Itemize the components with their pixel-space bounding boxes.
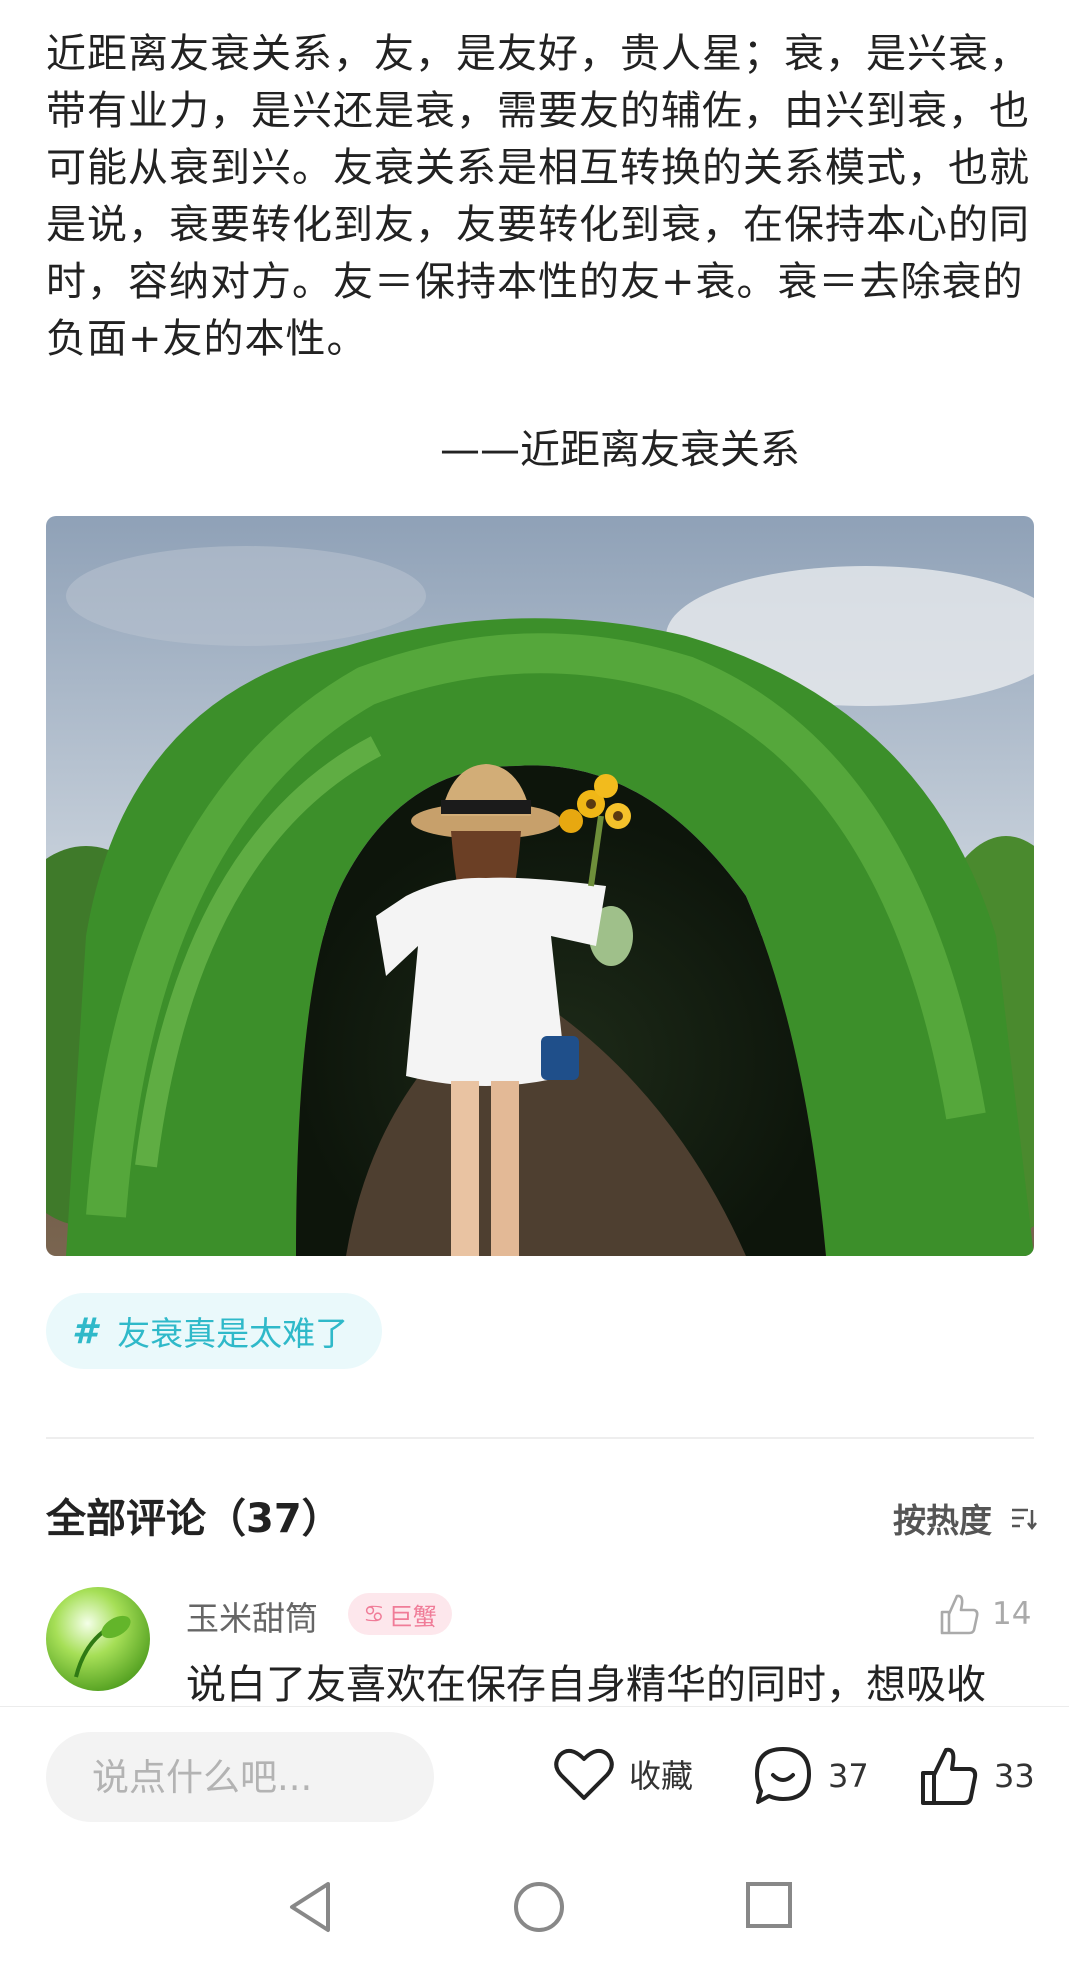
favorite-label: 收藏 [629,1757,694,1795]
post-photo[interactable] [46,516,1034,1256]
photo-image [46,516,1034,1256]
favorite-button[interactable]: 收藏 [553,1745,693,1803]
avatar[interactable] [46,1587,150,1691]
comment-like-button[interactable]: 14 [938,1592,1031,1636]
system-nav-bar [0,1844,1069,1964]
recents-icon[interactable] [744,1880,794,1930]
heart-icon [554,1748,614,1800]
bottom-action-bar: 收藏 37 33 [0,1706,1069,1844]
article-quote: ——近距离友衰关系 [440,427,800,473]
chat-bubble-icon [755,1747,811,1804]
comment-button[interactable]: 37 [752,1745,869,1807]
hash-icon: # [72,1310,98,1352]
sort-label: 按热度 [893,1501,992,1540]
zodiac-label: 巨蟹 [388,1602,437,1631]
comment-count: 37 [828,1757,869,1795]
back-icon[interactable] [286,1880,334,1934]
sort-icon [1012,1508,1037,1531]
avatar-image [46,1587,150,1691]
comment-like-count: 14 [992,1596,1032,1632]
thumbs-up-icon [921,1747,978,1805]
comment-input[interactable] [46,1732,434,1822]
article-body: 近距离友衰关系，友，是友好，贵人星；衰，是兴衰，带有业力，是兴还是衰，需要友的辅… [46,31,1030,362]
like-count: 33 [994,1757,1035,1795]
comment-username[interactable]: 玉米甜筒 [186,1592,318,1640]
thumbs-up-icon [940,1594,979,1635]
topic-tag-label: 友衰真是太难了 [117,1314,349,1353]
sort-button[interactable]: 按热度 [893,1494,1038,1542]
comments-title: 全部评论（37） [46,1496,342,1542]
cancer-icon: ♋ [363,1600,385,1628]
home-icon[interactable] [512,1880,566,1934]
divider [46,1437,1034,1439]
comment-text: 说白了友喜欢在保存自身精华的同时，想吸收 [186,1662,986,1704]
like-button[interactable]: 33 [918,1745,1035,1807]
topic-tag[interactable]: # 友衰真是太难了 [46,1293,382,1369]
zodiac-badge: ♋ 巨蟹 [348,1593,452,1635]
